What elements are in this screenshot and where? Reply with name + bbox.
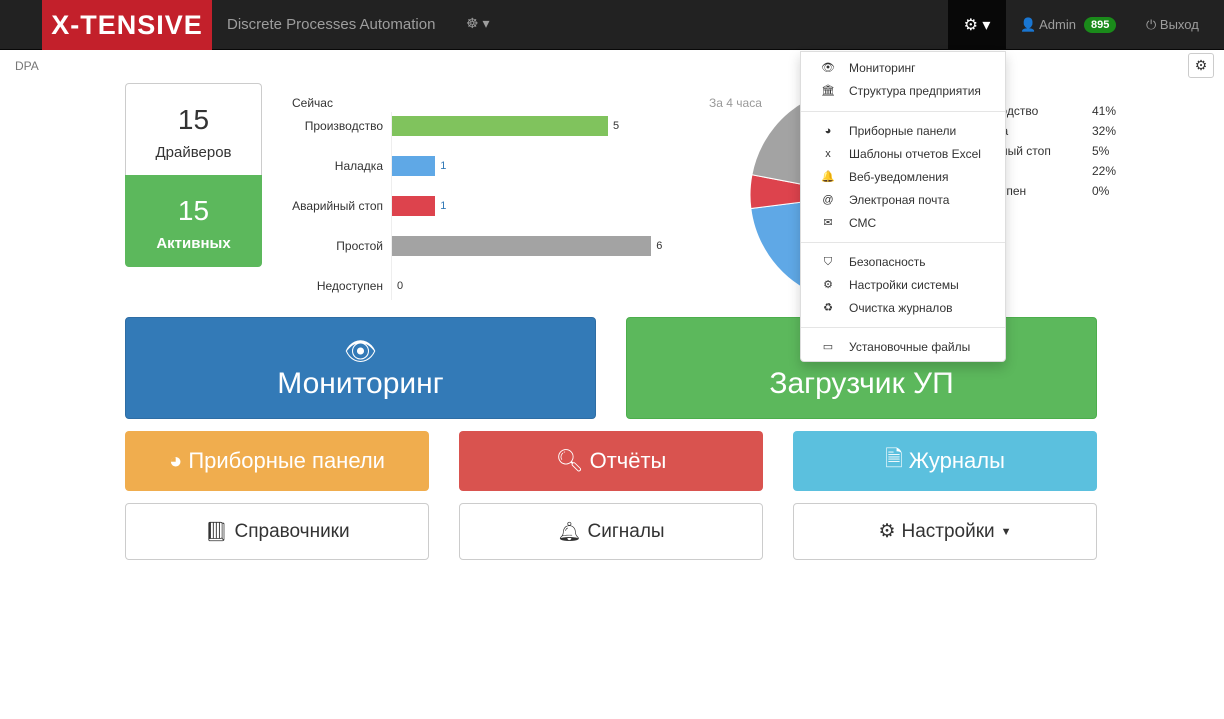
legend-value: 0% [1092, 184, 1110, 198]
bar-value: 1 [440, 160, 447, 172]
eye-icon: 👁 [343, 335, 377, 366]
bar-label: Аварийный стоп [292, 199, 383, 213]
search-icon: 🔍︎ [555, 448, 584, 473]
active-label: Активных [156, 235, 231, 252]
gear-icon: ⚙ [1194, 57, 1208, 73]
logout-link[interactable]: ⏻ Выход [1146, 17, 1199, 33]
menu-item-icon: ✉ [823, 217, 833, 229]
gear-icon: ⚙ [878, 521, 896, 542]
caret-down-icon: ▼ [1000, 525, 1012, 538]
user-link[interactable]: 👤 Admin [1020, 17, 1076, 33]
navbar: X-TENSIVE Discrete Processes Automation … [0, 0, 1224, 50]
dashboard-icon: ◕ [169, 448, 183, 473]
menu-item-label: Мониторинг [849, 61, 916, 75]
menu-item[interactable]: ✉ СМС [801, 213, 1005, 233]
brand-link[interactable]: Discrete Processes Automation [227, 16, 435, 33]
file-icon: 🗎 [885, 446, 903, 471]
logo[interactable]: X-TENSIVE [42, 0, 212, 50]
menu-item-label: СМС [849, 216, 877, 230]
book-icon: 📕︎ [204, 521, 229, 543]
bar-label: Простой [336, 239, 383, 253]
bar-value: 1 [440, 200, 447, 212]
menu-item-icon: ⛉ [823, 256, 833, 268]
menu-item[interactable]: @ Электроная почта [801, 190, 1005, 210]
menu-divider [801, 111, 1005, 112]
menu-item-icon: ⚙ [823, 279, 833, 291]
settings-button[interactable]: ⚙ Настройки ▼ [793, 503, 1097, 560]
drivers-count: 15 [177, 104, 210, 135]
menu-item-label: Шаблоны отчетов Excel [849, 147, 981, 161]
menu-item-icon: ♻ [823, 302, 833, 314]
bar [392, 156, 436, 176]
legend-value: 5% [1092, 144, 1110, 158]
menu-item-icon: ▭ [822, 341, 834, 353]
menu-item-icon: @ [822, 194, 834, 206]
menu-item-label: Установочные файлы [849, 340, 971, 354]
plugins-dropdown-icon[interactable]: ☸ ▾ [466, 15, 489, 32]
drivers-stat: 15 Драйверов [125, 83, 262, 175]
legend-value: 32% [1092, 124, 1117, 138]
bell-icon: 🔔︎ [557, 521, 582, 543]
bar-label: Наладка [334, 159, 383, 173]
menu-item-label: Настройки системы [849, 278, 959, 292]
bar-label: Производство [304, 119, 383, 133]
active-count: 15 [177, 195, 210, 226]
menu-item-icon: 🔔 [821, 171, 835, 183]
menu-item[interactable]: ◕ Приборные панели [801, 121, 1005, 141]
menu-item-label: Электроная почта [849, 193, 950, 207]
menu-item[interactable]: ⛉ Безопасность [801, 252, 1005, 272]
menu-item[interactable]: ♻ Очистка журналов [801, 298, 1005, 318]
bar-label: Недоступен [316, 279, 383, 293]
menu-item[interactable]: 🔔 Веб-уведомления [801, 167, 1005, 187]
journals-button[interactable]: 🗎 Журналы [793, 431, 1097, 491]
bar [392, 236, 652, 256]
reports-button[interactable]: 🔍︎ Отчёты [459, 431, 763, 491]
bar [392, 196, 436, 216]
bar-value: 0 [397, 280, 404, 292]
settings-dropdown-menu: 👁 Мониторинг 🏛 Структура предприятия ◕ Прибор… [800, 51, 1006, 362]
menu-divider [801, 327, 1005, 328]
menu-item-icon: x [825, 148, 831, 160]
bar-value: 6 [656, 240, 663, 252]
power-icon: ⏻ [1146, 17, 1160, 32]
menu-item-label: Безопасность [849, 255, 926, 269]
menu-item[interactable]: 👁 Мониторинг [801, 58, 1005, 78]
monitoring-button[interactable]: 👁 Мониторинг [125, 317, 596, 419]
active-stat: 15 Активных [125, 175, 262, 267]
notification-badge[interactable]: 895 [1084, 17, 1117, 33]
menu-item-label: Приборные панели [849, 124, 957, 138]
settings-dropdown-toggle[interactable]: ⚙ ▾ [948, 0, 1006, 50]
signals-button[interactable]: 🔔︎ Сигналы [459, 503, 763, 560]
user-icon: 👤 [1020, 17, 1040, 32]
menu-item-icon: ◕ [824, 125, 832, 137]
menu-item[interactable]: ▭ Установочные файлы [801, 337, 1005, 357]
menu-divider [801, 242, 1005, 243]
breadcrumb: DPA [15, 59, 39, 73]
legend-value: 22% [1092, 164, 1117, 178]
references-button[interactable]: 📕︎ Справочники [125, 503, 429, 560]
menu-item-label: Очистка журналов [849, 301, 953, 315]
dashboards-button[interactable]: ◕ Приборные панели [125, 431, 429, 491]
menu-item-label: Веб-уведомления [849, 170, 949, 184]
menu-item-icon: 👁 [821, 62, 835, 74]
menu-item[interactable]: x Шаблоны отчетов Excel [801, 144, 1005, 164]
menu-item[interactable]: 🏛 Структура предприятия [801, 81, 1005, 101]
drivers-label: Драйверов [155, 144, 232, 161]
page-settings-button[interactable]: ⚙ [1188, 53, 1214, 78]
bar-chart-title: Сейчас [292, 96, 333, 110]
menu-item[interactable]: ⚙ Настройки системы [801, 275, 1005, 295]
bar [392, 116, 608, 136]
legend-value: 41% [1092, 104, 1117, 118]
menu-item-icon: 🏛 [821, 85, 835, 97]
bar-value: 5 [613, 120, 620, 132]
menu-item-label: Структура предприятия [849, 84, 981, 98]
